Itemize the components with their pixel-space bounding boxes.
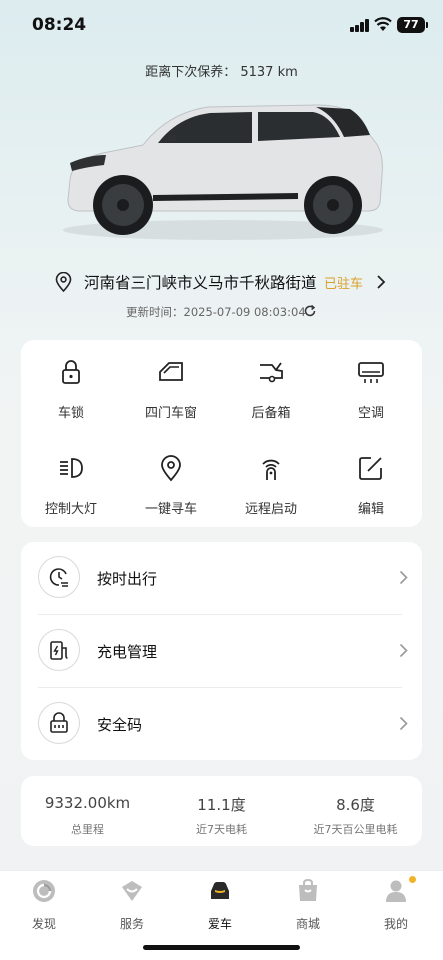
tab-shop[interactable]: 商城 bbox=[264, 879, 352, 935]
control-label: 编辑 bbox=[357, 502, 384, 517]
tab-label: 爱车 bbox=[207, 917, 232, 931]
stat-label: 近7天百公里电耗 bbox=[313, 823, 398, 836]
tab-service[interactable]: 服务 bbox=[88, 879, 176, 935]
tab-label: 服务 bbox=[119, 917, 144, 931]
control-trunk[interactable]: 后备箱 bbox=[221, 340, 321, 421]
control-label: 远程启动 bbox=[244, 502, 297, 517]
stat-value: 9332.00km bbox=[44, 794, 131, 812]
service-charging[interactable]: 充电管理 bbox=[21, 615, 422, 687]
battery-cap bbox=[426, 22, 428, 28]
tab-profile[interactable]: 我的 bbox=[352, 879, 440, 935]
stat-label: 总里程 bbox=[71, 823, 104, 836]
maintenance-distance: 距离下次保养： 5137 km bbox=[145, 65, 298, 80]
status-bar: 08:24 77 bbox=[0, 0, 443, 52]
control-label: 后备箱 bbox=[251, 406, 291, 421]
stat-label: 近7天电耗 bbox=[196, 823, 247, 836]
control-ac[interactable]: 空调 bbox=[321, 340, 421, 421]
scheduled-departure-icon bbox=[38, 556, 80, 598]
control-remote-start[interactable]: 远程启动 bbox=[221, 436, 321, 517]
service-icon bbox=[122, 881, 142, 901]
chevron-right-icon bbox=[377, 275, 386, 289]
security-code-icon bbox=[38, 702, 80, 744]
control-label: 车锁 bbox=[57, 406, 84, 421]
notification-dot bbox=[408, 875, 417, 884]
home-indicator[interactable] bbox=[143, 945, 300, 950]
ac-icon bbox=[358, 362, 384, 383]
tab-discover[interactable]: 发现 bbox=[0, 879, 88, 935]
services-card: 按时出行 充电管理 安全码 bbox=[21, 542, 422, 760]
window-icon bbox=[159, 362, 183, 381]
locate-car-icon bbox=[161, 455, 181, 482]
control-label: 控制大灯 bbox=[44, 502, 97, 517]
edit-icon bbox=[359, 457, 382, 480]
control-label: 一键寻车 bbox=[144, 502, 197, 517]
service-label: 按时出行 bbox=[97, 570, 158, 588]
profile-icon bbox=[386, 880, 406, 902]
vehicle-stats-card: 9332.00km 总里程 11.1度 近7天电耗 8.6度 近7天百公里电耗 bbox=[21, 776, 422, 846]
wifi-icon bbox=[374, 17, 392, 31]
location-pin-icon bbox=[55, 272, 72, 292]
control-find-car[interactable]: 一键寻车 bbox=[121, 436, 221, 517]
service-label: 充电管理 bbox=[97, 643, 158, 661]
stat-value: 8.6度 bbox=[336, 796, 375, 814]
vehicle-controls-card: 车锁 四门车窗 后备箱 空调 控制大灯 一键寻车 远程启动 编辑 bbox=[21, 340, 422, 527]
cellular-signal-icon bbox=[350, 19, 370, 32]
battery-icon: 77 bbox=[397, 17, 425, 33]
chevron-right-icon bbox=[399, 570, 408, 585]
status-time: 08:24 bbox=[32, 15, 87, 35]
location-address: 河南省三门峡市义马市千秋路街道 bbox=[84, 274, 317, 292]
trunk-icon bbox=[260, 362, 283, 383]
control-edit[interactable]: 编辑 bbox=[321, 436, 421, 517]
service-scheduled-departure[interactable]: 按时出行 bbox=[21, 542, 422, 614]
update-time: 更新时间：2025-07-09 08:03:04 bbox=[126, 305, 306, 319]
car-icon bbox=[211, 882, 229, 899]
chevron-right-icon bbox=[399, 643, 408, 658]
tab-label: 发现 bbox=[31, 917, 56, 931]
service-label: 安全码 bbox=[97, 716, 143, 734]
tab-label: 我的 bbox=[383, 917, 408, 931]
control-lock[interactable]: 车锁 bbox=[21, 340, 121, 421]
vehicle-location[interactable]: 河南省三门峡市义马市千秋路街道 已驻车 bbox=[0, 270, 443, 294]
stat-value: 11.1度 bbox=[197, 796, 246, 814]
lock-icon bbox=[62, 360, 80, 384]
car-image[interactable] bbox=[58, 95, 388, 245]
chevron-right-icon bbox=[399, 716, 408, 731]
charging-icon bbox=[38, 629, 80, 671]
parking-status: 已驻车 bbox=[324, 277, 364, 292]
tab-label: 商城 bbox=[295, 917, 320, 931]
control-windows[interactable]: 四门车窗 bbox=[121, 340, 221, 421]
control-label: 四门车窗 bbox=[144, 406, 197, 421]
control-headlights[interactable]: 控制大灯 bbox=[21, 436, 121, 517]
remote-start-icon bbox=[262, 459, 280, 480]
shop-icon bbox=[299, 879, 317, 901]
update-time-row: 更新时间：2025-07-09 08:03:04 bbox=[0, 303, 443, 321]
service-security-code[interactable]: 安全码 bbox=[21, 688, 422, 760]
discover-icon bbox=[33, 880, 55, 902]
control-label: 空调 bbox=[357, 406, 384, 421]
headlight-icon bbox=[60, 458, 83, 478]
tab-my-car[interactable]: 爱车 bbox=[176, 879, 264, 935]
refresh-icon[interactable] bbox=[303, 304, 317, 318]
